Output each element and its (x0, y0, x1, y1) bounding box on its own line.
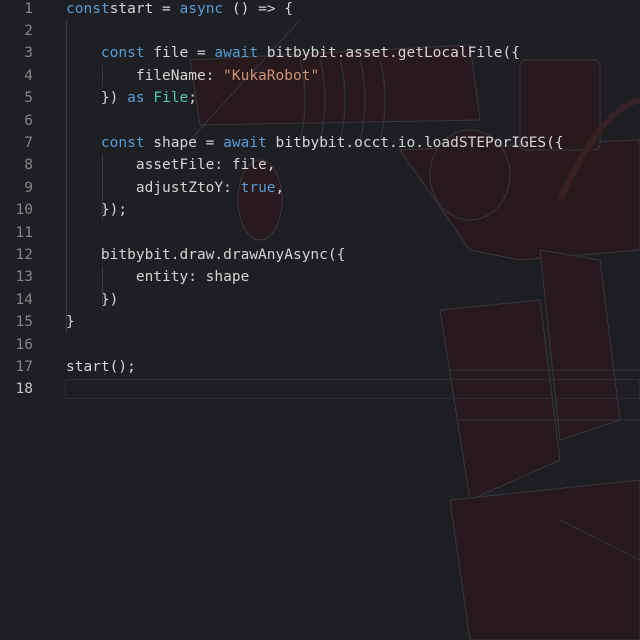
code-line[interactable]: 12 bitbybit.draw.drawAnyAsync({ (0, 244, 640, 266)
code-token: start = (109, 0, 180, 17)
code-token: assetFile: file, (66, 157, 276, 174)
code-token: }) (66, 291, 119, 308)
code-line[interactable]: 4 fileName: "KukaRobot" (0, 65, 640, 87)
line-number: 1 (24, 0, 33, 17)
code-token: const (100, 134, 145, 151)
code-token: bitbybit.draw.drawAnyAsync({ (66, 246, 346, 263)
code-token: bitbybit.asset.getLocalFile({ (258, 45, 520, 62)
indent-guide (102, 64, 103, 88)
line-number: 10 (15, 202, 33, 219)
line-number: 5 (24, 90, 33, 107)
line-number: 6 (24, 112, 33, 129)
code-token: true (240, 179, 276, 196)
line-number: 3 (24, 45, 33, 62)
indent-guide (102, 266, 103, 312)
current-line-highlight (65, 379, 640, 400)
code-editor[interactable]: 1 conststart = async () => {2 3 const file… (0, 0, 640, 640)
indent-guide (102, 154, 103, 222)
code-line[interactable]: 18 (0, 378, 640, 400)
code-token: bitbybit.occt.io.loadSTEPorIGES({ (266, 134, 564, 151)
code-line[interactable]: 17 start(); (0, 356, 640, 378)
code-token: start(); (66, 358, 136, 375)
code-token: entity: shape (66, 269, 250, 286)
code-line[interactable]: 5 }) as File; (0, 87, 640, 109)
code-line[interactable]: 14 }) (0, 289, 640, 311)
code-token: ; (188, 90, 197, 107)
code-line[interactable]: 6 (0, 110, 640, 132)
line-number: 8 (24, 157, 33, 174)
code-token: "KukaRobot" (223, 67, 320, 84)
code-token: const (100, 45, 145, 62)
code-line[interactable]: 11 (0, 222, 640, 244)
code-text: bitbybit.draw.drawAnyAsync({ (66, 244, 345, 266)
code-token: as (127, 90, 145, 107)
code-text: const file = await bitbybit.asset.getLoc… (66, 42, 520, 64)
code-text: fileName: "KukaRobot" (66, 65, 319, 87)
code-line[interactable]: 9 adjustZtoY: true, (0, 177, 640, 199)
code-token: } (66, 314, 75, 331)
code-line[interactable]: 10 }); (0, 199, 640, 221)
line-number: 7 (24, 134, 33, 151)
code-text: }) (66, 289, 118, 311)
code-token: fileName: (66, 67, 224, 84)
code-line[interactable]: 2 (0, 20, 640, 42)
code-line[interactable]: 8 assetFile: file, (0, 154, 640, 176)
line-number: 2 (24, 22, 33, 39)
line-number: 12 (15, 246, 33, 263)
line-number: 11 (15, 224, 33, 241)
code-token: async (179, 0, 224, 17)
code-token: await (214, 45, 259, 62)
code-line[interactable]: 3 const file = await bitbybit.asset.getL… (0, 42, 640, 64)
code-token: File (153, 90, 189, 107)
code-token: }) (66, 90, 128, 107)
code-text: }); (66, 199, 127, 221)
code-token: shape = (144, 134, 224, 151)
code-token: }); (66, 202, 128, 219)
line-number: 9 (24, 179, 33, 196)
line-number: 16 (15, 336, 33, 353)
code-line[interactable]: 7 const shape = await bitbybit.occt.io.l… (0, 132, 640, 154)
code-text: adjustZtoY: true, (66, 177, 284, 199)
code-token: const (66, 0, 110, 17)
line-number: 4 (24, 67, 33, 84)
line-number: 15 (15, 314, 33, 331)
code-text: conststart = async () => { (66, 0, 293, 20)
code-token: , (275, 179, 285, 196)
code-line[interactable]: 15} (0, 311, 640, 333)
code-line[interactable]: 16 (0, 334, 640, 356)
code-text: } (66, 311, 75, 333)
code-token: () => { (223, 0, 293, 17)
code-line[interactable]: 13 entity: shape (0, 266, 640, 288)
code-token: adjustZtoY: (66, 179, 241, 196)
code-text: assetFile: file, (66, 154, 276, 176)
line-number: 14 (15, 291, 33, 308)
line-number: 18 (15, 381, 33, 398)
code-text: entity: shape (66, 266, 250, 288)
indent-guide (66, 19, 67, 334)
code-token: file = (144, 45, 215, 62)
line-number: 13 (15, 269, 33, 286)
code-text: start(); (66, 356, 136, 378)
code-line[interactable]: 1 conststart = async () => { (0, 0, 640, 20)
line-number: 17 (15, 358, 33, 375)
code-text: const shape = await bitbybit.occt.io.loa… (66, 132, 564, 154)
code-text: }) as File; (66, 87, 197, 109)
code-token: await (223, 134, 267, 151)
